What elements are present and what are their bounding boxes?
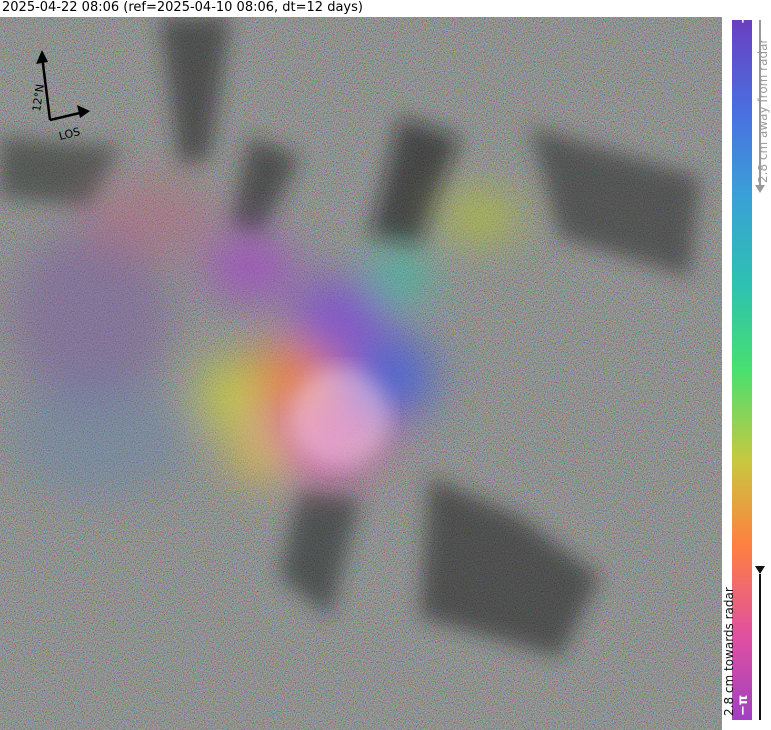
away-arrow-icon <box>755 185 765 193</box>
north-label: 12°N <box>30 83 47 112</box>
colorbar-bottom-label: −π <box>736 694 751 716</box>
interferogram-map <box>0 17 722 730</box>
towards-indicator-line <box>759 574 761 720</box>
interferogram-image <box>0 17 722 730</box>
colorbar-top-label: +π <box>736 2 751 24</box>
towards-radar-label: 2.8 cm towards radar <box>722 587 736 716</box>
los-label: LOS <box>58 125 82 143</box>
away-from-radar-label: 2.8 cm away from radar <box>756 38 770 183</box>
image-title: 2025-04-22 08:06 (ref=2025-04-10 08:06, … <box>2 0 363 15</box>
compass: 12°N LOS <box>30 50 90 143</box>
towards-arrow-icon <box>755 566 765 574</box>
